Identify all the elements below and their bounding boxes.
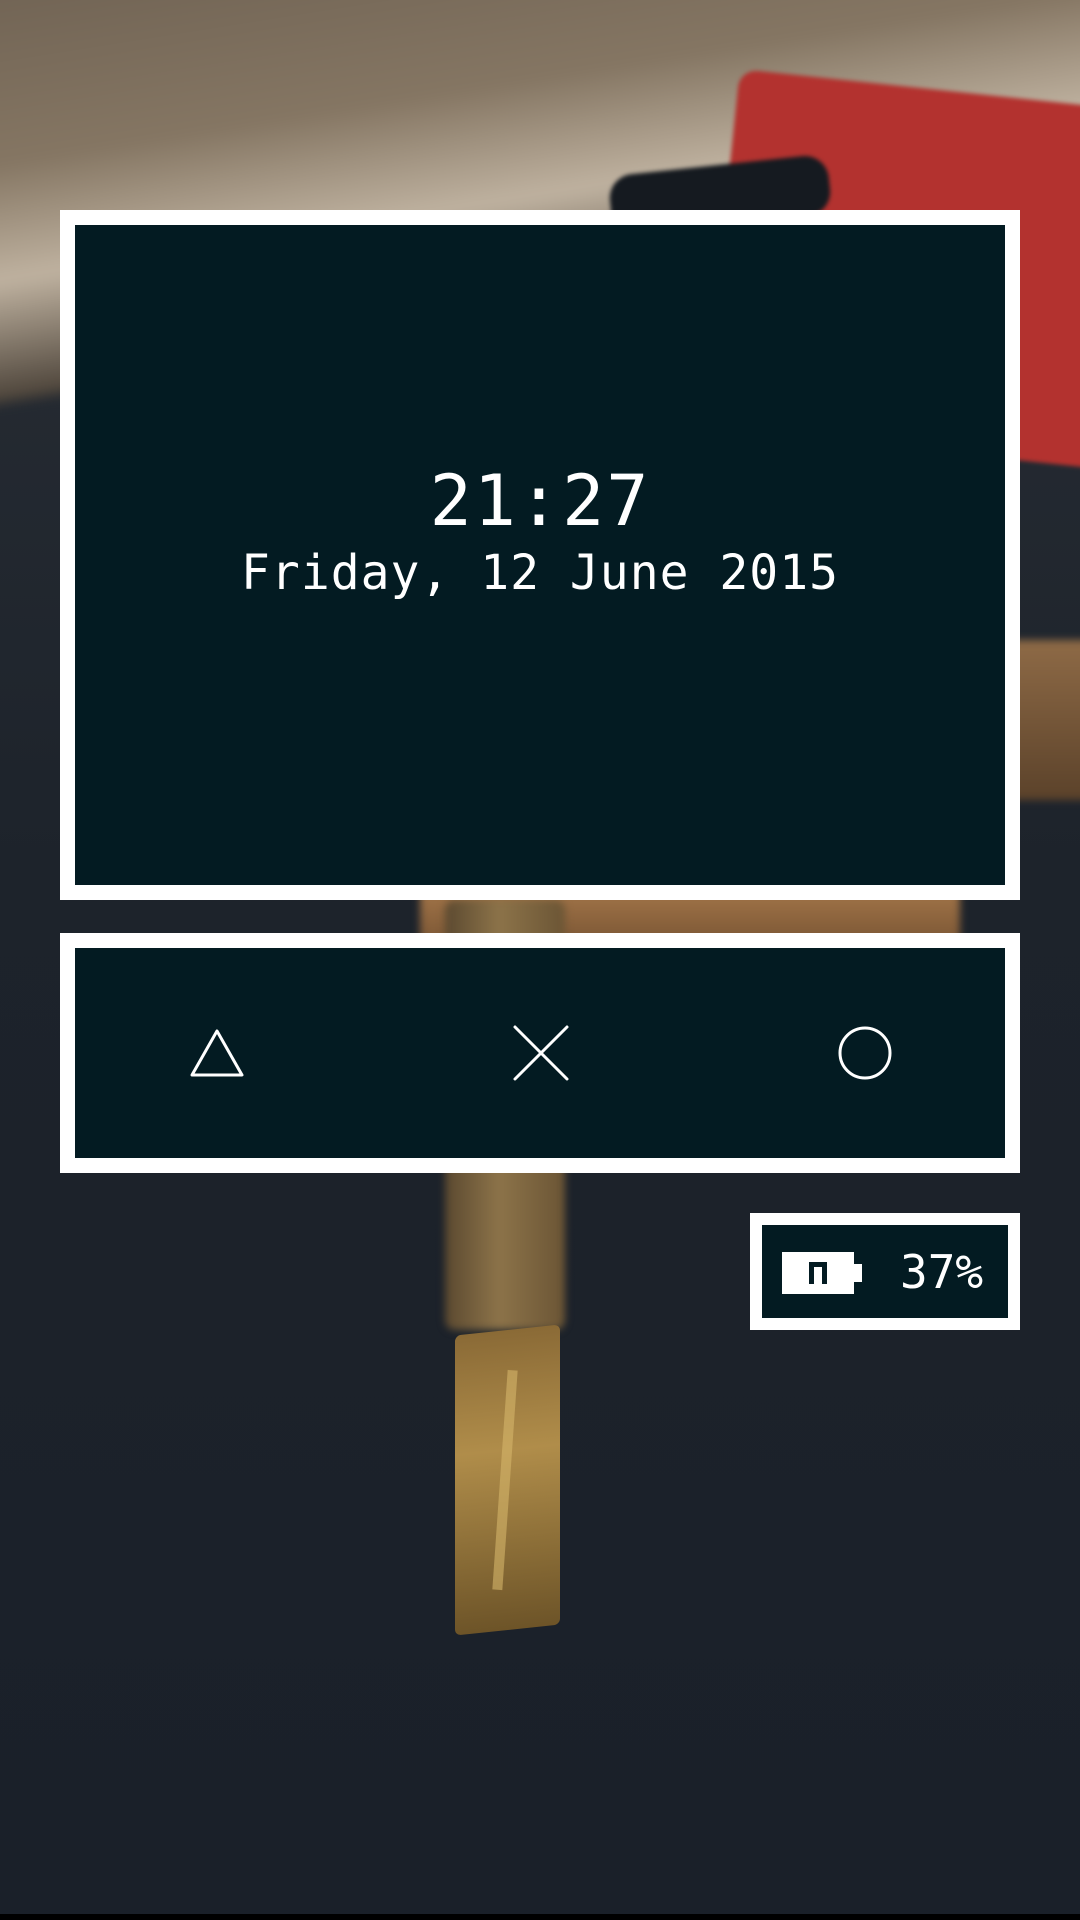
navigation-panel [60,933,1020,1173]
battery-icon [782,1252,862,1294]
clock-time: 21:27 [429,460,651,542]
triangle-icon [190,1029,244,1077]
cross-icon [513,1025,569,1081]
battery-panel: 37% [750,1213,1020,1330]
circle-icon [838,1026,892,1080]
recent-apps-button[interactable] [825,1013,905,1093]
clock-panel: 21:27 Friday, 12 June 2015 [60,210,1020,900]
home-button[interactable] [501,1013,581,1093]
back-button[interactable] [177,1013,257,1093]
clock-date: Friday, 12 June 2015 [241,545,839,601]
battery-percentage: 37% [900,1245,984,1299]
bottom-edge-bar [0,1914,1080,1920]
